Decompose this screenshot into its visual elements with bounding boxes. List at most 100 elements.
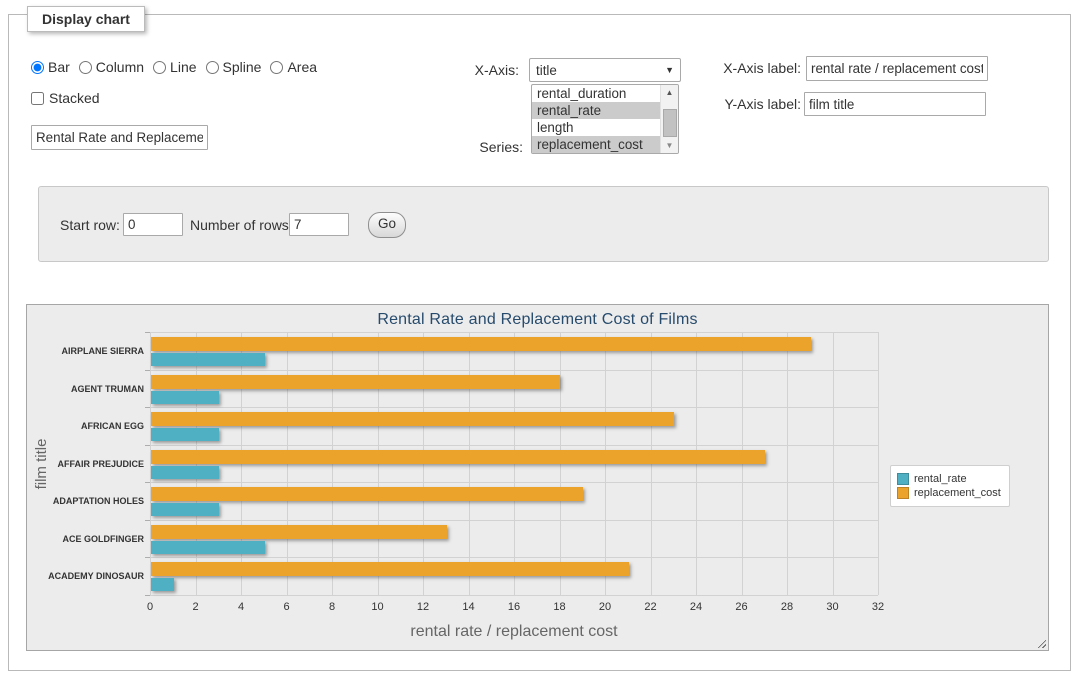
bar-replacement_cost[interactable]	[151, 562, 629, 576]
chart-type-option-area: Area	[270, 59, 317, 75]
x-tick-label: 12	[408, 601, 438, 613]
legend-label: replacement_cost	[914, 487, 1001, 499]
chart-type-radio-line[interactable]	[153, 61, 166, 74]
stacked-checkbox-row: Stacked	[31, 90, 100, 106]
x-tick-label: 28	[772, 601, 802, 613]
horizontal-gridline	[150, 332, 878, 333]
vertical-gridline	[878, 332, 879, 595]
category-label: ACADEMY DINOSAUR	[27, 571, 144, 581]
chart-type-label: Bar	[48, 59, 70, 75]
x-axis-label-input[interactable]	[806, 56, 988, 81]
stacked-checkbox[interactable]	[31, 92, 44, 105]
horizontal-gridline	[150, 595, 878, 596]
y-axis-tick	[145, 370, 150, 371]
bar-rental_rate[interactable]	[151, 353, 265, 366]
series-option-length[interactable]: length	[532, 119, 661, 136]
y-axis-tick	[145, 520, 150, 521]
bar-rental_rate[interactable]	[151, 503, 219, 516]
x-tick-label: 4	[226, 601, 256, 613]
number-of-rows-input[interactable]	[289, 213, 349, 236]
start-row-input[interactable]	[123, 213, 183, 236]
bar-rental_rate[interactable]	[151, 428, 219, 441]
bar-replacement_cost[interactable]	[151, 375, 560, 389]
category-label: ACE GOLDFINGER	[27, 534, 144, 544]
legend-item-rental_rate[interactable]: rental_rate	[897, 473, 1001, 485]
horizontal-gridline	[150, 482, 878, 483]
x-tick-label: 6	[272, 601, 302, 613]
x-tick-label: 32	[863, 601, 893, 613]
horizontal-gridline	[150, 445, 878, 446]
bar-replacement_cost[interactable]	[151, 487, 583, 501]
chart-type-radio-spline[interactable]	[206, 61, 219, 74]
chart-type-label: Spline	[223, 59, 262, 75]
legend-label: rental_rate	[914, 473, 967, 485]
series-multiselect[interactable]: rental_durationrental_ratelengthreplacem…	[531, 84, 679, 154]
x-tick-label: 14	[454, 601, 484, 613]
y-axis-label-caption: Y-Axis label:	[649, 96, 801, 112]
series-select-label: Series:	[453, 139, 523, 155]
bar-rental_rate[interactable]	[151, 578, 174, 591]
x-tick-label: 30	[818, 601, 848, 613]
chart-type-label: Column	[96, 59, 144, 75]
x-tick-label: 16	[499, 601, 529, 613]
series-option-rental_rate[interactable]: rental_rate	[532, 102, 661, 119]
y-axis-tick	[145, 595, 150, 596]
series-option-rental_duration[interactable]: rental_duration	[532, 85, 661, 102]
bar-rental_rate[interactable]	[151, 541, 265, 554]
x-axis-selected-value: title	[536, 63, 557, 78]
chart-type-label: Line	[170, 59, 196, 75]
horizontal-gridline	[150, 520, 878, 521]
row-controls-panel: Start row: Number of rows: Go	[38, 186, 1049, 262]
y-axis-title: film title	[33, 399, 51, 529]
stacked-label: Stacked	[49, 90, 100, 106]
go-button[interactable]: Go	[368, 212, 406, 238]
legend-item-replacement_cost[interactable]: replacement_cost	[897, 487, 1001, 499]
y-axis-tick	[145, 407, 150, 408]
chart-type-option-spline: Spline	[206, 59, 262, 75]
bar-rental_rate[interactable]	[151, 466, 219, 479]
display-chart-panel: Display chart BarColumnLineSplineArea St…	[8, 14, 1071, 671]
horizontal-gridline	[150, 370, 878, 371]
chart-title: Rental Rate and Replacement Cost of Film…	[27, 311, 1048, 329]
x-tick-label: 2	[181, 601, 211, 613]
y-axis-tick	[145, 482, 150, 483]
horizontal-gridline	[150, 557, 878, 558]
chart-type-option-line: Line	[153, 59, 196, 75]
chart-type-radio-bar[interactable]	[31, 61, 44, 74]
resize-handle-icon[interactable]	[1035, 637, 1046, 648]
bar-replacement_cost[interactable]	[151, 450, 765, 464]
x-tick-label: 22	[636, 601, 666, 613]
y-axis-label-input[interactable]	[804, 92, 986, 116]
x-tick-label: 0	[135, 601, 165, 613]
bar-replacement_cost[interactable]	[151, 337, 811, 351]
x-axis-label-caption: X-Axis label:	[649, 60, 801, 76]
horizontal-gridline	[150, 407, 878, 408]
bar-rental_rate[interactable]	[151, 391, 219, 404]
chart-legend: rental_rate replacement_cost	[890, 465, 1010, 507]
x-axis-title: rental rate / replacement cost	[150, 623, 878, 641]
start-row-label: Start row:	[60, 217, 120, 233]
x-tick-label: 18	[545, 601, 575, 613]
x-axis-select-label: X-Axis:	[453, 62, 519, 78]
x-tick-label: 20	[590, 601, 620, 613]
chart-type-radio-group: Bar Column Line Spline Area	[31, 59, 326, 75]
bar-replacement_cost[interactable]	[151, 412, 674, 426]
legend-swatch-icon	[897, 487, 909, 499]
scrollbar-thumb[interactable]	[663, 109, 677, 137]
x-tick-label: 24	[681, 601, 711, 613]
chart-type-label: Area	[287, 59, 317, 75]
y-axis-tick	[145, 332, 150, 333]
bar-replacement_cost[interactable]	[151, 525, 447, 539]
series-option-replacement_cost[interactable]: replacement_cost	[532, 136, 661, 153]
category-label: AGENT TRUMAN	[27, 384, 144, 394]
chart-type-radio-column[interactable]	[79, 61, 92, 74]
chart-title-input[interactable]	[31, 125, 208, 150]
category-label: AIRPLANE SIERRA	[27, 346, 144, 356]
panel-legend-title: Display chart	[27, 6, 145, 32]
chart-type-radio-area[interactable]	[270, 61, 283, 74]
x-tick-label: 8	[317, 601, 347, 613]
vertical-gridline	[787, 332, 788, 595]
y-axis-tick	[145, 445, 150, 446]
chart-type-option-column: Column	[79, 59, 144, 75]
scroll-down-icon[interactable]: ▼	[661, 138, 678, 153]
